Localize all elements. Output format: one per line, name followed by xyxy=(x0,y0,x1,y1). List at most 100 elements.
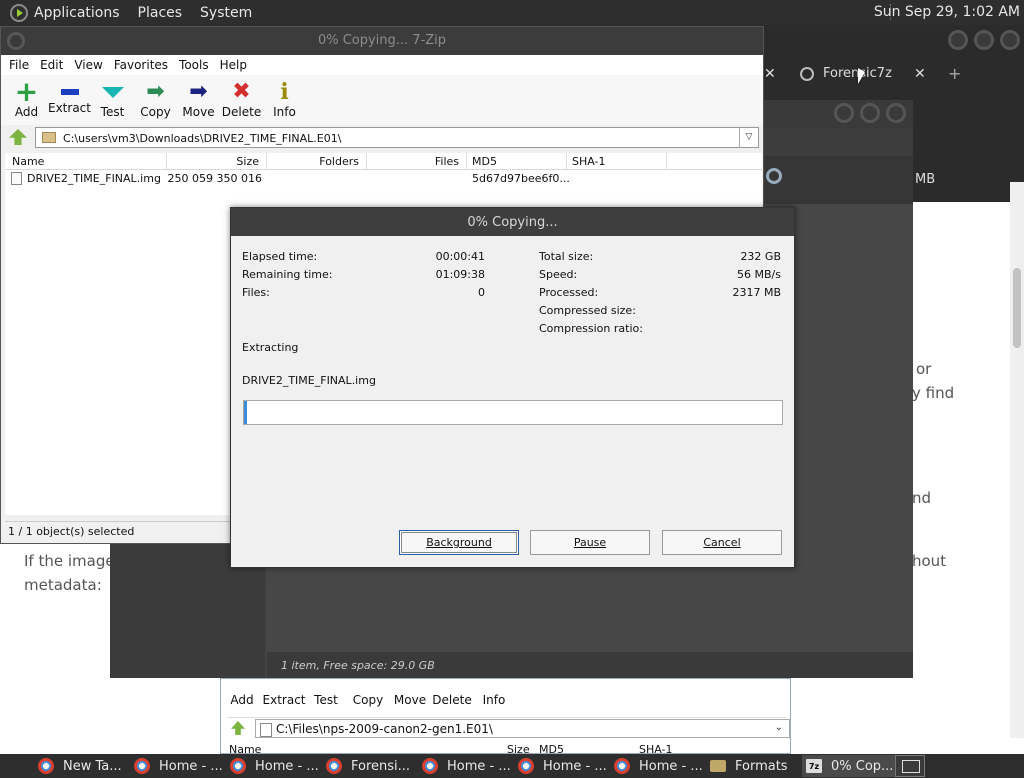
table-row[interactable]: DRIVE2_TIME_FINAL.img 250 059 350 016 5d… xyxy=(5,171,762,187)
compression-ratio-label: Compression ratio: xyxy=(539,322,643,335)
pause-button[interactable]: Pause xyxy=(530,530,650,555)
task-button[interactable]: New Ta... xyxy=(34,755,130,777)
menu-help[interactable]: Help xyxy=(220,58,247,72)
info-button[interactable]: i Info xyxy=(263,75,306,125)
operation-label: Extracting xyxy=(242,341,299,354)
distro-logo-icon[interactable] xyxy=(10,3,28,22)
selection-status: 1 / 1 object(s) selected xyxy=(8,525,135,538)
column-folders[interactable]: Folders xyxy=(267,155,359,170)
close-icon[interactable] xyxy=(1000,30,1020,50)
second-move-button[interactable]: Move xyxy=(389,679,431,719)
second-toolbar: Add Extract Test Copy Move Delete Info xyxy=(221,679,515,719)
window-menu-icon[interactable] xyxy=(7,32,25,50)
second-copy-button[interactable]: Copy xyxy=(347,679,389,719)
search-icon[interactable] xyxy=(766,168,782,184)
7zip-toolbar: + Add Extract Test ➡ Copy ➡ Move ✖ Delet… xyxy=(1,75,763,125)
info-icon: i xyxy=(280,79,289,105)
delete-label: Delete xyxy=(221,105,262,119)
minimize-icon[interactable] xyxy=(834,103,854,123)
minimize-icon[interactable] xyxy=(948,30,968,50)
move-label: Move xyxy=(182,105,215,119)
chrome-icon xyxy=(326,758,342,774)
delete-icon: ✖ xyxy=(232,79,251,104)
up-arrow-icon[interactable] xyxy=(231,721,245,735)
second-path-field[interactable]: C:\Files\nps-2009-canon2-gen1.E01\ ⌄ xyxy=(255,719,790,738)
webpage-scrollbar[interactable] xyxy=(1010,182,1024,738)
copy-button[interactable]: ➡ Copy xyxy=(134,75,177,125)
chrome-icon xyxy=(614,758,630,774)
close-icon[interactable] xyxy=(886,103,906,123)
delete-button[interactable]: ✖ Delete xyxy=(220,75,263,125)
file-list-header: Name Size Folders Files MD5 SHA-1 xyxy=(5,153,762,170)
taskbar: New Ta... Home - ... Home - ... Forensi.… xyxy=(0,754,1024,778)
panel-clock[interactable]: Sun Sep 29, 1:02 AM xyxy=(874,4,1020,20)
second-add-button[interactable]: Add xyxy=(221,679,263,719)
task-button[interactable]: Home - ... xyxy=(418,755,514,777)
current-file-label: DRIVE2_TIME_FINAL.img xyxy=(242,374,376,387)
task-button-active[interactable]: 7z 0% Cop... xyxy=(802,755,898,777)
test-icon xyxy=(101,87,124,98)
task-button[interactable]: Home - ... xyxy=(226,755,322,777)
dialog-titlebar[interactable]: 0% Copying... xyxy=(231,208,794,236)
test-button[interactable]: Test xyxy=(91,75,134,125)
maximize-icon[interactable] xyxy=(860,103,880,123)
menu-view[interactable]: View xyxy=(74,58,102,72)
task-button[interactable]: Home - ... xyxy=(610,755,706,777)
files-value: 0 xyxy=(478,286,485,299)
extract-icon xyxy=(60,89,79,95)
elapsed-label: Elapsed time: xyxy=(242,250,318,263)
chrome-icon xyxy=(518,758,534,774)
background-button[interactable]: Background xyxy=(399,530,519,555)
chevron-down-icon[interactable]: ▽ xyxy=(739,128,758,147)
7zip-titlebar[interactable]: 0% Copying... 7-Zip xyxy=(1,27,763,55)
menu-places[interactable]: Places xyxy=(138,5,183,21)
webpage-text: metadata: xyxy=(24,576,102,594)
task-button[interactable]: Forensi... xyxy=(322,755,418,777)
new-tab-icon[interactable]: + xyxy=(948,64,961,83)
task-label: Formats xyxy=(735,758,788,774)
column-divider[interactable] xyxy=(466,153,467,169)
second-delete-button[interactable]: Delete xyxy=(431,679,473,719)
column-md5[interactable]: MD5 xyxy=(472,155,497,170)
address-bar: C:\users\vm3\Downloads\DRIVE2_TIME_FINAL… xyxy=(1,125,763,151)
chevron-down-icon[interactable]: ⌄ xyxy=(775,722,783,733)
column-size[interactable]: Size xyxy=(167,155,259,170)
elapsed-value: 00:00:41 xyxy=(435,250,485,263)
task-button[interactable]: Home - ... xyxy=(514,755,610,777)
add-button[interactable]: + Add xyxy=(5,75,48,125)
column-divider[interactable] xyxy=(666,153,667,169)
menu-applications[interactable]: Applications xyxy=(34,5,120,21)
menu-favorites[interactable]: Favorites xyxy=(114,58,168,72)
add-icon: + xyxy=(14,75,39,108)
tab-close-icon[interactable]: ✕ xyxy=(914,66,926,82)
row-name: DRIVE2_TIME_FINAL.img xyxy=(27,172,161,185)
show-desktop-icon[interactable] xyxy=(895,755,925,777)
webpage-text: hout xyxy=(912,552,947,570)
total-size-label: Total size: xyxy=(539,250,594,263)
copy-icon: ➡ xyxy=(146,79,165,104)
column-files[interactable]: Files xyxy=(367,155,459,170)
menu-edit[interactable]: Edit xyxy=(40,58,63,72)
second-info-button[interactable]: Info xyxy=(473,679,515,719)
menu-tools[interactable]: Tools xyxy=(179,58,209,72)
task-button[interactable]: Home - ... xyxy=(130,755,226,777)
extract-button[interactable]: Extract xyxy=(48,75,91,125)
maximize-icon[interactable] xyxy=(974,30,994,50)
task-label: Home - ... xyxy=(543,758,607,774)
path-field[interactable]: C:\users\vm3\Downloads\DRIVE2_TIME_FINAL… xyxy=(35,127,759,148)
task-button[interactable]: Formats xyxy=(706,755,802,777)
progress-fill xyxy=(244,401,248,424)
up-arrow-icon[interactable] xyxy=(9,129,27,145)
move-button[interactable]: ➡ Move xyxy=(177,75,220,125)
column-name[interactable]: Name xyxy=(12,155,44,170)
tab-close-icon[interactable]: ✕ xyxy=(764,66,776,82)
path-text: C:\users\vm3\Downloads\DRIVE2_TIME_FINAL… xyxy=(63,132,342,145)
second-test-button[interactable]: Test xyxy=(305,679,347,719)
menu-system[interactable]: System xyxy=(200,5,252,21)
cancel-button[interactable]: Cancel xyxy=(662,530,782,555)
second-extract-button[interactable]: Extract xyxy=(263,679,306,719)
test-label: Test xyxy=(100,105,125,119)
column-divider[interactable] xyxy=(566,153,567,169)
menu-file[interactable]: File xyxy=(9,58,29,72)
column-sha1[interactable]: SHA-1 xyxy=(572,155,606,170)
